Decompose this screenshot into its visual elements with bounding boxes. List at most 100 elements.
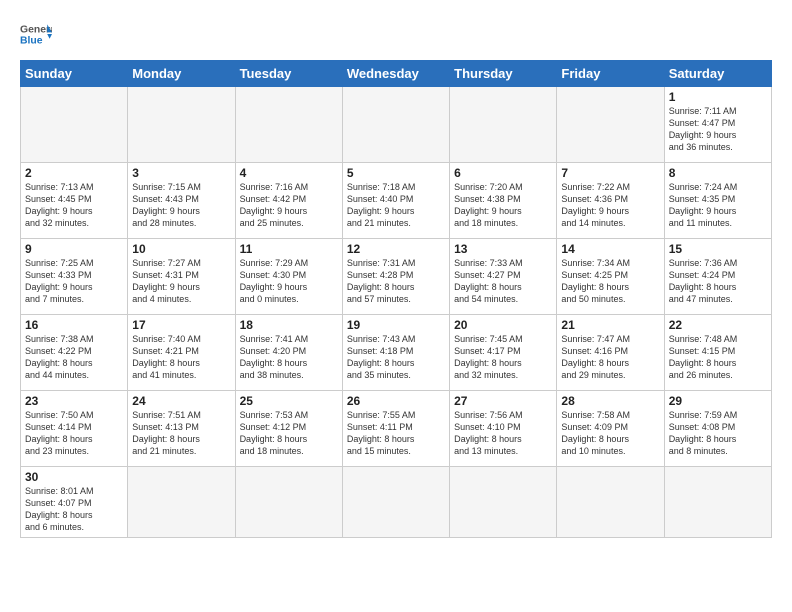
calendar-cell <box>235 87 342 163</box>
day-info: Sunrise: 8:01 AM Sunset: 4:07 PM Dayligh… <box>25 485 123 534</box>
day-info: Sunrise: 7:20 AM Sunset: 4:38 PM Dayligh… <box>454 181 552 230</box>
calendar-cell: 8Sunrise: 7:24 AM Sunset: 4:35 PM Daylig… <box>664 163 771 239</box>
day-info: Sunrise: 7:40 AM Sunset: 4:21 PM Dayligh… <box>132 333 230 382</box>
day-number: 21 <box>561 318 659 332</box>
day-number: 24 <box>132 394 230 408</box>
calendar-cell <box>128 87 235 163</box>
day-number: 29 <box>669 394 767 408</box>
day-info: Sunrise: 7:33 AM Sunset: 4:27 PM Dayligh… <box>454 257 552 306</box>
col-header-saturday: Saturday <box>664 61 771 87</box>
day-number: 3 <box>132 166 230 180</box>
day-info: Sunrise: 7:50 AM Sunset: 4:14 PM Dayligh… <box>25 409 123 458</box>
day-number: 10 <box>132 242 230 256</box>
calendar-cell: 19Sunrise: 7:43 AM Sunset: 4:18 PM Dayli… <box>342 315 449 391</box>
calendar-cell: 20Sunrise: 7:45 AM Sunset: 4:17 PM Dayli… <box>450 315 557 391</box>
day-info: Sunrise: 7:58 AM Sunset: 4:09 PM Dayligh… <box>561 409 659 458</box>
page: General Blue SundayMondayTuesdayWednesda… <box>0 0 792 548</box>
calendar-cell: 22Sunrise: 7:48 AM Sunset: 4:15 PM Dayli… <box>664 315 771 391</box>
calendar-cell: 4Sunrise: 7:16 AM Sunset: 4:42 PM Daylig… <box>235 163 342 239</box>
day-number: 27 <box>454 394 552 408</box>
calendar-cell: 24Sunrise: 7:51 AM Sunset: 4:13 PM Dayli… <box>128 391 235 467</box>
day-number: 23 <box>25 394 123 408</box>
calendar-cell: 14Sunrise: 7:34 AM Sunset: 4:25 PM Dayli… <box>557 239 664 315</box>
calendar-cell: 15Sunrise: 7:36 AM Sunset: 4:24 PM Dayli… <box>664 239 771 315</box>
day-number: 8 <box>669 166 767 180</box>
calendar-cell: 5Sunrise: 7:18 AM Sunset: 4:40 PM Daylig… <box>342 163 449 239</box>
day-info: Sunrise: 7:15 AM Sunset: 4:43 PM Dayligh… <box>132 181 230 230</box>
logo: General Blue <box>20 18 52 50</box>
day-info: Sunrise: 7:29 AM Sunset: 4:30 PM Dayligh… <box>240 257 338 306</box>
calendar-cell: 11Sunrise: 7:29 AM Sunset: 4:30 PM Dayli… <box>235 239 342 315</box>
calendar-cell: 16Sunrise: 7:38 AM Sunset: 4:22 PM Dayli… <box>21 315 128 391</box>
calendar-cell: 2Sunrise: 7:13 AM Sunset: 4:45 PM Daylig… <box>21 163 128 239</box>
day-info: Sunrise: 7:13 AM Sunset: 4:45 PM Dayligh… <box>25 181 123 230</box>
day-number: 18 <box>240 318 338 332</box>
calendar-cell: 12Sunrise: 7:31 AM Sunset: 4:28 PM Dayli… <box>342 239 449 315</box>
col-header-friday: Friday <box>557 61 664 87</box>
logo-icon: General Blue <box>20 18 52 50</box>
col-header-monday: Monday <box>128 61 235 87</box>
calendar-cell: 1Sunrise: 7:11 AM Sunset: 4:47 PM Daylig… <box>664 87 771 163</box>
svg-text:Blue: Blue <box>20 36 43 47</box>
day-number: 22 <box>669 318 767 332</box>
day-info: Sunrise: 7:36 AM Sunset: 4:24 PM Dayligh… <box>669 257 767 306</box>
day-info: Sunrise: 7:56 AM Sunset: 4:10 PM Dayligh… <box>454 409 552 458</box>
day-info: Sunrise: 7:55 AM Sunset: 4:11 PM Dayligh… <box>347 409 445 458</box>
col-header-sunday: Sunday <box>21 61 128 87</box>
calendar-cell <box>557 467 664 538</box>
calendar-cell: 25Sunrise: 7:53 AM Sunset: 4:12 PM Dayli… <box>235 391 342 467</box>
calendar-cell: 10Sunrise: 7:27 AM Sunset: 4:31 PM Dayli… <box>128 239 235 315</box>
calendar-cell: 17Sunrise: 7:40 AM Sunset: 4:21 PM Dayli… <box>128 315 235 391</box>
day-number: 20 <box>454 318 552 332</box>
calendar-cell <box>450 87 557 163</box>
calendar-cell: 18Sunrise: 7:41 AM Sunset: 4:20 PM Dayli… <box>235 315 342 391</box>
calendar-cell <box>21 87 128 163</box>
day-number: 6 <box>454 166 552 180</box>
calendar-cell: 28Sunrise: 7:58 AM Sunset: 4:09 PM Dayli… <box>557 391 664 467</box>
header: General Blue <box>20 18 772 50</box>
col-header-tuesday: Tuesday <box>235 61 342 87</box>
day-info: Sunrise: 7:22 AM Sunset: 4:36 PM Dayligh… <box>561 181 659 230</box>
day-number: 2 <box>25 166 123 180</box>
calendar-cell <box>128 467 235 538</box>
calendar-cell <box>342 467 449 538</box>
day-number: 7 <box>561 166 659 180</box>
day-number: 5 <box>347 166 445 180</box>
calendar-cell: 21Sunrise: 7:47 AM Sunset: 4:16 PM Dayli… <box>557 315 664 391</box>
calendar-cell: 27Sunrise: 7:56 AM Sunset: 4:10 PM Dayli… <box>450 391 557 467</box>
day-number: 15 <box>669 242 767 256</box>
calendar-cell: 3Sunrise: 7:15 AM Sunset: 4:43 PM Daylig… <box>128 163 235 239</box>
day-info: Sunrise: 7:43 AM Sunset: 4:18 PM Dayligh… <box>347 333 445 382</box>
calendar-cell: 13Sunrise: 7:33 AM Sunset: 4:27 PM Dayli… <box>450 239 557 315</box>
day-number: 25 <box>240 394 338 408</box>
day-info: Sunrise: 7:41 AM Sunset: 4:20 PM Dayligh… <box>240 333 338 382</box>
calendar-cell <box>664 467 771 538</box>
day-info: Sunrise: 7:48 AM Sunset: 4:15 PM Dayligh… <box>669 333 767 382</box>
calendar-week-3: 16Sunrise: 7:38 AM Sunset: 4:22 PM Dayli… <box>21 315 772 391</box>
calendar-cell <box>235 467 342 538</box>
day-info: Sunrise: 7:47 AM Sunset: 4:16 PM Dayligh… <box>561 333 659 382</box>
day-number: 17 <box>132 318 230 332</box>
calendar-cell: 29Sunrise: 7:59 AM Sunset: 4:08 PM Dayli… <box>664 391 771 467</box>
day-info: Sunrise: 7:38 AM Sunset: 4:22 PM Dayligh… <box>25 333 123 382</box>
day-number: 14 <box>561 242 659 256</box>
calendar-cell: 26Sunrise: 7:55 AM Sunset: 4:11 PM Dayli… <box>342 391 449 467</box>
calendar-cell: 30Sunrise: 8:01 AM Sunset: 4:07 PM Dayli… <box>21 467 128 538</box>
day-number: 16 <box>25 318 123 332</box>
calendar-week-2: 9Sunrise: 7:25 AM Sunset: 4:33 PM Daylig… <box>21 239 772 315</box>
day-number: 4 <box>240 166 338 180</box>
calendar-week-0: 1Sunrise: 7:11 AM Sunset: 4:47 PM Daylig… <box>21 87 772 163</box>
day-number: 1 <box>669 90 767 104</box>
col-header-thursday: Thursday <box>450 61 557 87</box>
calendar-header-row: SundayMondayTuesdayWednesdayThursdayFrid… <box>21 61 772 87</box>
day-number: 26 <box>347 394 445 408</box>
day-info: Sunrise: 7:31 AM Sunset: 4:28 PM Dayligh… <box>347 257 445 306</box>
calendar-week-5: 30Sunrise: 8:01 AM Sunset: 4:07 PM Dayli… <box>21 467 772 538</box>
calendar-cell: 7Sunrise: 7:22 AM Sunset: 4:36 PM Daylig… <box>557 163 664 239</box>
day-info: Sunrise: 7:24 AM Sunset: 4:35 PM Dayligh… <box>669 181 767 230</box>
calendar-cell: 9Sunrise: 7:25 AM Sunset: 4:33 PM Daylig… <box>21 239 128 315</box>
day-number: 12 <box>347 242 445 256</box>
calendar-cell: 6Sunrise: 7:20 AM Sunset: 4:38 PM Daylig… <box>450 163 557 239</box>
day-number: 28 <box>561 394 659 408</box>
day-info: Sunrise: 7:34 AM Sunset: 4:25 PM Dayligh… <box>561 257 659 306</box>
